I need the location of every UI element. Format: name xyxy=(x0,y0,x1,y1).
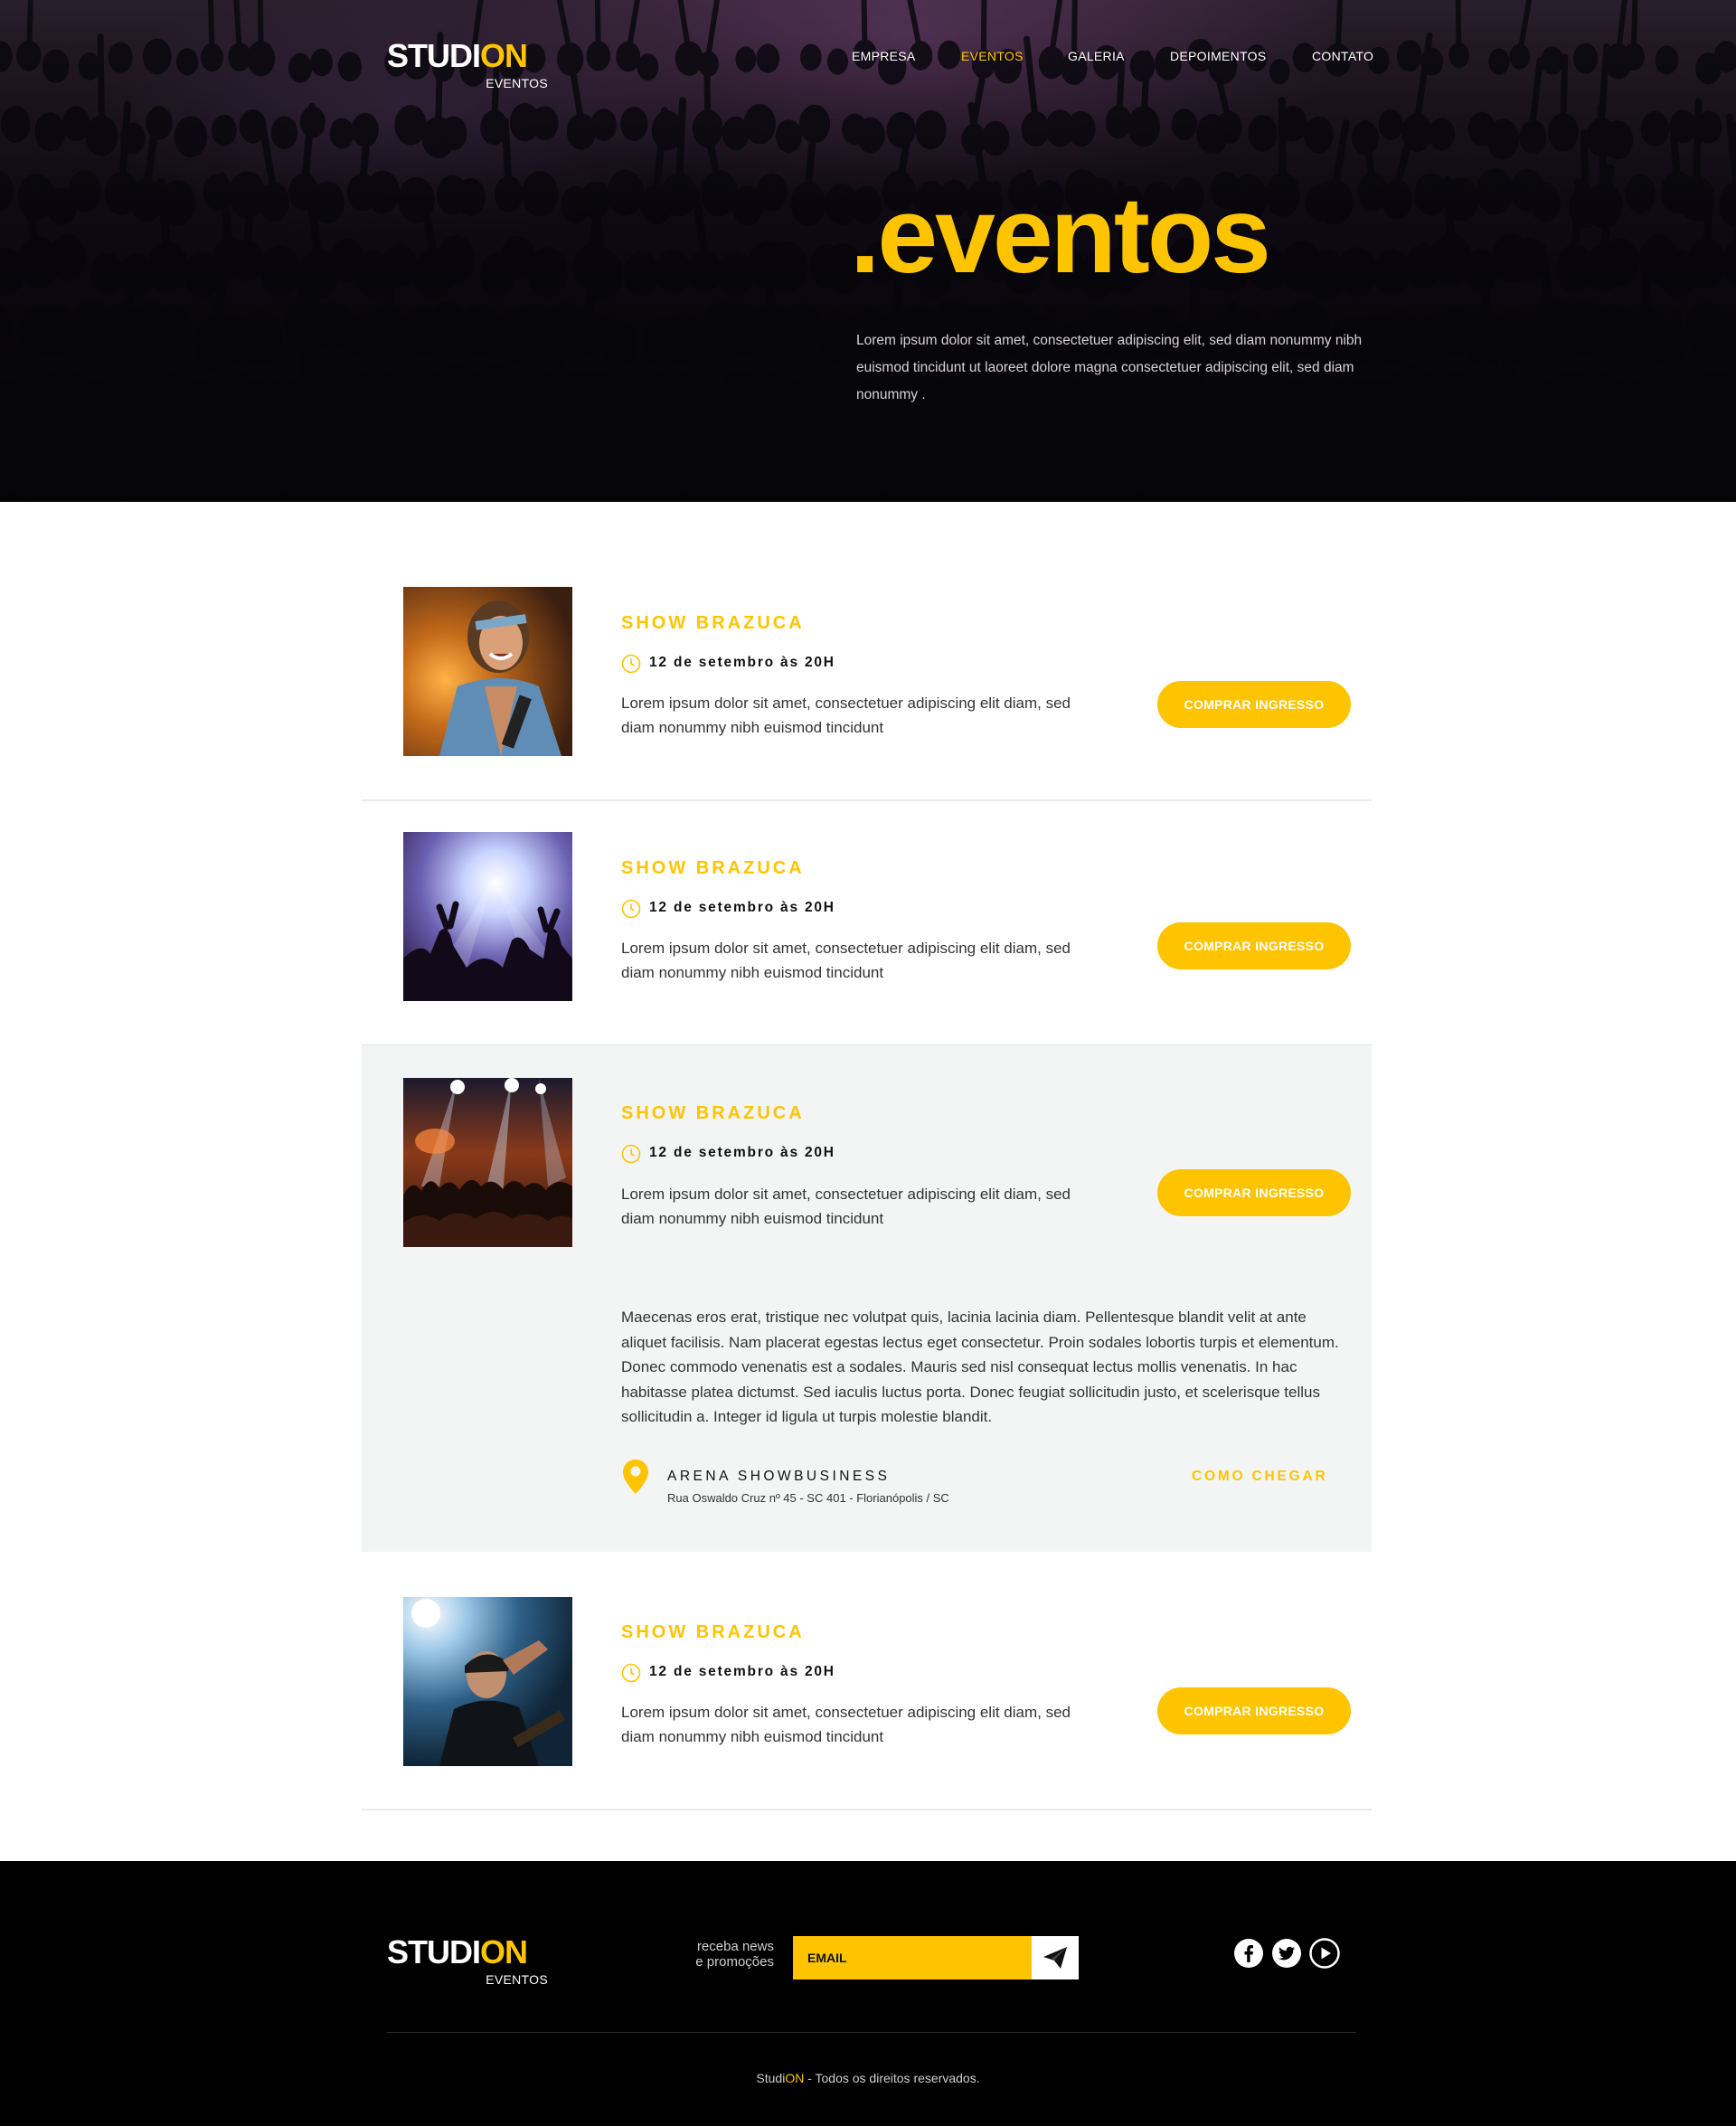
location-pin-icon xyxy=(623,1460,648,1494)
nav-item-empresa[interactable]: EMPRESA xyxy=(852,49,916,63)
event-photo[interactable] xyxy=(403,832,572,1001)
event-description: Lorem ipsum dolor sit amet, consectetuer… xyxy=(621,1186,1071,1227)
nav-item-depoimentos[interactable]: DEPOIMENTOS xyxy=(1170,49,1267,63)
twitter-icon[interactable] xyxy=(1271,1938,1302,1969)
clock-icon xyxy=(621,1144,641,1164)
event-title: SHOW BRAZUCA xyxy=(621,613,805,633)
hero-description: Lorem ipsum dolor sit amet, consectetuer… xyxy=(856,333,1363,402)
youtube-icon[interactable] xyxy=(1309,1938,1340,1969)
buy-ticket-button[interactable]: COMPRAR INGRESSO xyxy=(1157,1687,1351,1734)
main-nav: EMPRESA EVENTOS GALERIA DEPOIMENTOS CONT… xyxy=(0,49,1736,67)
buy-ticket-button[interactable]: COMPRAR INGRESSO xyxy=(1157,681,1351,728)
event-photo[interactable] xyxy=(403,1078,572,1247)
event-divider xyxy=(362,1809,1372,1810)
nav-item-contato[interactable]: CONTATO xyxy=(1312,49,1373,63)
clock-icon xyxy=(621,1663,641,1683)
clock-icon xyxy=(621,899,641,919)
copyright-rights: - Todos os direitos reservados. xyxy=(804,2071,980,2085)
event-photo[interactable] xyxy=(403,587,572,756)
logo-tagline: EVENTOS xyxy=(486,1972,548,1987)
event-item-expanded: SHOW BRAZUCA 12 de setembro às 20H Lorem… xyxy=(362,1044,1372,1552)
logo-tagline: EVENTOS xyxy=(486,76,548,90)
event-item: SHOW BRAZUCA 12 de setembro às 20H Lorem… xyxy=(362,1552,1372,1810)
venue-address: Rua Oswaldo Cruz nº 45 - SC 401 - Floria… xyxy=(667,1491,949,1505)
newsletter-label-line2: e promoções xyxy=(695,1954,774,1970)
concert-crowd-photo xyxy=(403,1078,572,1247)
newsletter-label-line1: receba news xyxy=(696,1939,774,1954)
footer-divider xyxy=(387,2032,1356,2033)
logo-text-studi: STUDI xyxy=(387,1933,481,1970)
facebook-icon[interactable] xyxy=(1233,1938,1264,1969)
hero-banner: STUDION EVENTOS EMPRESA EVENTOS GALERIA … xyxy=(0,0,1736,502)
footer: STUDION EVENTOS receba news e promoções … xyxy=(0,1861,1736,2126)
copyright-text: StudiON - Todos os direitos reservados. xyxy=(0,2071,1736,2085)
copyright-brand-studi: Studi xyxy=(756,2071,786,2085)
nav-item-galeria[interactable]: GALERIA xyxy=(1068,49,1125,63)
directions-link[interactable]: COMO CHEGAR xyxy=(1192,1469,1328,1485)
buy-ticket-button[interactable]: COMPRAR INGRESSO xyxy=(1157,922,1351,969)
nav-item-eventos[interactable]: EVENTOS xyxy=(961,49,1024,63)
event-title: SHOW BRAZUCA xyxy=(621,1622,805,1642)
newsletter-email-input[interactable] xyxy=(793,1936,1032,1980)
newsletter-send-button[interactable] xyxy=(1032,1936,1079,1980)
event-title: SHOW BRAZUCA xyxy=(621,1103,805,1123)
event-description: Lorem ipsum dolor sit amet, consectetuer… xyxy=(621,940,1071,981)
event-date-text: 12 de setembro às 20H xyxy=(649,900,835,915)
singer-photo xyxy=(403,587,572,756)
copyright-brand-on: ON xyxy=(785,2071,805,2085)
event-photo[interactable] xyxy=(403,1597,572,1766)
event-item: SHOW BRAZUCA 12 de setembro às 20H Lorem… xyxy=(362,556,1372,801)
event-date-text: 12 de setembro às 20H xyxy=(649,655,835,670)
event-date-text: 12 de setembro às 20H xyxy=(649,1664,835,1679)
event-description: Lorem ipsum dolor sit amet, consectetuer… xyxy=(621,1704,1071,1745)
event-details-text: Maecenas eros erat, tristique nec volutp… xyxy=(621,1309,1339,1425)
footer-logo[interactable]: STUDION EVENTOS xyxy=(387,1933,550,1988)
guitarist-photo xyxy=(403,1597,572,1766)
clock-icon xyxy=(621,654,641,674)
paper-plane-icon xyxy=(1043,1947,1067,1969)
event-date-text: 12 de setembro às 20H xyxy=(649,1145,835,1160)
venue-name: ARENA SHOWBUSINESS xyxy=(667,1469,891,1484)
stage-lights-photo xyxy=(403,832,572,1001)
buy-ticket-button[interactable]: COMPRAR INGRESSO xyxy=(1157,1169,1351,1216)
newsletter-label: receba news e promoções xyxy=(669,1939,774,1970)
logo-text-on: ON xyxy=(480,1933,528,1970)
event-item: SHOW BRAZUCA 12 de setembro às 20H Lorem… xyxy=(362,801,1372,1045)
event-title: SHOW BRAZUCA xyxy=(621,858,805,878)
event-description: Lorem ipsum dolor sit amet, consectetuer… xyxy=(621,694,1071,736)
page-title: .eventos xyxy=(850,175,1271,296)
